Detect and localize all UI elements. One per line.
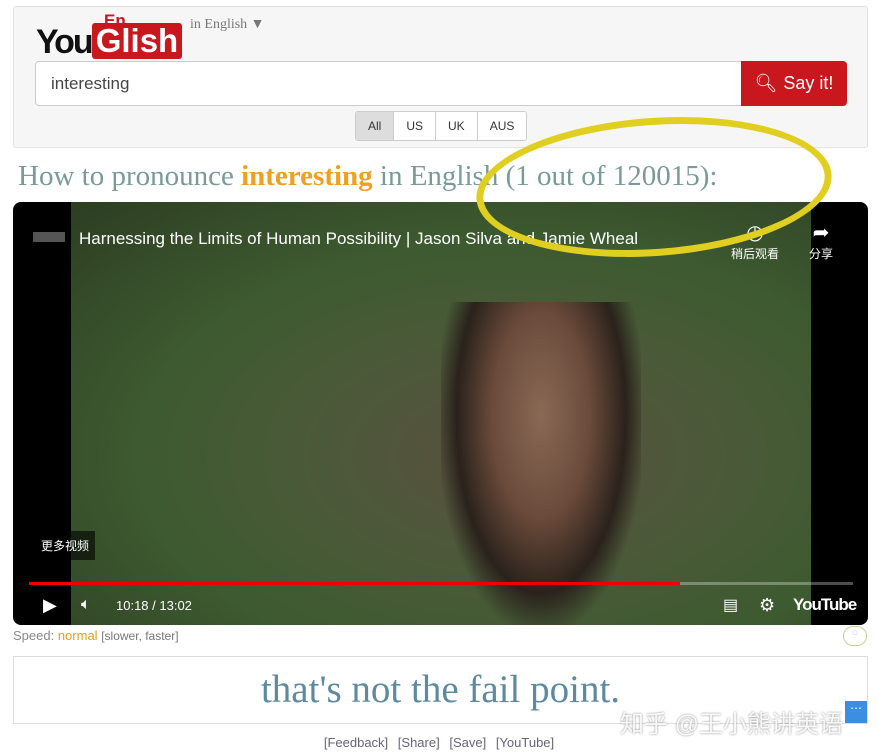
accent-all[interactable]: All [356, 112, 394, 140]
say-it-button[interactable]: 🔍︎ Say it! [741, 61, 847, 106]
subtitles-icon[interactable]: ▤ [723, 595, 738, 615]
time-display: 10:18 / 13:02 [116, 597, 192, 613]
search-icon: 🔍︎ [754, 73, 778, 93]
accent-aus[interactable]: AUS [476, 112, 527, 140]
speed-value: normal [57, 628, 98, 643]
accent-selector: All US UK AUS [355, 111, 528, 141]
video-player[interactable]: Harnessing the Limits of Human Possibili… [13, 202, 868, 625]
video-frame [71, 202, 811, 625]
watermark: 知乎 @王小熊讲英语 [620, 711, 844, 738]
logo-en: En [104, 11, 126, 30]
share-button[interactable]: ➦ 分享 [809, 220, 833, 262]
speed-control: Speed: normal [slower, faster] [13, 628, 179, 643]
save-link[interactable]: [Save] [449, 735, 486, 750]
share-icon: ➦ [812, 222, 830, 244]
player-controls: ▶ 🔈︎ 10:18 / 13:02 ▤ ⚙ YouTube [13, 585, 868, 625]
share-link[interactable]: [Share] [398, 735, 440, 750]
settings-gear-icon[interactable]: ⚙ [759, 595, 775, 616]
accent-uk[interactable]: UK [435, 112, 477, 140]
youtube-link[interactable]: [YouTube] [496, 735, 554, 750]
youglish-logo[interactable]: You Glish En [36, 11, 183, 61]
speed-options[interactable]: [slower, faster] [101, 629, 178, 643]
lightbulb-icon[interactable]: ○ [843, 626, 867, 646]
accent-us[interactable]: US [393, 112, 436, 140]
watch-later-label: 稍后观看 [731, 247, 780, 261]
share-label: 分享 [809, 247, 834, 261]
language-dropdown[interactable]: in English ▼ [190, 17, 265, 33]
speed-label: Speed: [13, 628, 58, 643]
play-icon[interactable]: ▶ [43, 595, 57, 616]
say-it-label: Say it! [783, 73, 834, 93]
volume-icon[interactable]: 🔈︎ [81, 596, 91, 614]
caption-text: that's not the fail point. [260, 668, 621, 711]
more-videos-button[interactable]: 更多视频 [35, 531, 96, 560]
more-options-icon[interactable]: ⋯ [845, 701, 867, 723]
youtube-logo[interactable]: YouTube [793, 595, 857, 615]
logo-you: You [36, 23, 94, 61]
search-input[interactable]: interesting [35, 61, 742, 106]
feedback-link[interactable]: [Feedback] [324, 735, 388, 750]
channel-logo[interactable] [33, 232, 65, 242]
